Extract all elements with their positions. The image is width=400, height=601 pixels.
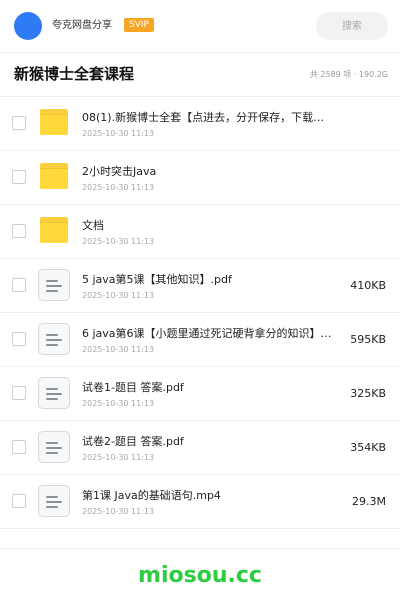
- row-checkbox[interactable]: [12, 440, 26, 454]
- file-row[interactable]: 第1课 Java的基础语句.mp4 2025-10-30 11:13 29.3M: [0, 475, 400, 529]
- file-name: 2小时突击Java: [82, 165, 157, 178]
- file-date: 2025-10-30 11:13: [82, 345, 155, 354]
- folder-icon: [38, 215, 70, 247]
- file-name: 试卷2-题目 答案.pdf: [82, 435, 184, 448]
- folder-icon: [38, 107, 70, 139]
- file-date: 2025-10-30 11:13: [82, 237, 155, 246]
- file-size: 354KB: [350, 441, 386, 454]
- share-stats: 共 2589 项 · 190.2G: [309, 70, 388, 79]
- file-size: 595KB: [350, 333, 386, 346]
- row-checkbox[interactable]: [12, 332, 26, 346]
- row-checkbox[interactable]: [12, 116, 26, 130]
- folder-icon: [38, 161, 70, 193]
- file-row[interactable]: 5 java第5课【其他知识】.pdf 2025-10-30 11:13 410…: [0, 259, 400, 313]
- top-bar: 夸克网盘分享 SVIP: [0, 0, 400, 53]
- search-input[interactable]: [316, 12, 388, 40]
- file-list: 08(1).新猴博士全套【点进去，分开保存，下载后… 2025-10-30 11…: [0, 97, 400, 529]
- file-row[interactable]: 6 java第6课【小题里通过死记硬背拿分的知识】… 2025-10-30 11…: [0, 313, 400, 367]
- file-row[interactable]: 文档 2025-10-30 11:13: [0, 205, 400, 259]
- avatar[interactable]: [14, 12, 42, 40]
- svip-badge: SVIP: [124, 18, 154, 32]
- document-icon: [38, 431, 70, 463]
- file-row[interactable]: 2小时突击Java 2025-10-30 11:13: [0, 151, 400, 205]
- document-icon: [38, 269, 70, 301]
- row-checkbox[interactable]: [12, 386, 26, 400]
- file-date: 2025-10-30 11:13: [82, 399, 155, 408]
- file-row[interactable]: 试卷2-题目 答案.pdf 2025-10-30 11:13 354KB: [0, 421, 400, 475]
- row-checkbox[interactable]: [12, 170, 26, 184]
- document-icon: [38, 377, 70, 409]
- row-checkbox[interactable]: [12, 224, 26, 238]
- share-title: 新猴博士全套课程: [14, 65, 135, 83]
- file-row[interactable]: 08(1).新猴博士全套【点进去，分开保存，下载后… 2025-10-30 11…: [0, 97, 400, 151]
- document-icon: [38, 485, 70, 517]
- file-name: 08(1).新猴博士全套【点进去，分开保存，下载后…: [82, 111, 334, 124]
- file-row[interactable]: 试卷1-题目 答案.pdf 2025-10-30 11:13 325KB: [0, 367, 400, 421]
- sharer-name: 夸克网盘分享: [52, 20, 112, 31]
- share-title-bar: 新猴博士全套课程 共 2589 项 · 190.2G: [0, 52, 400, 97]
- file-date: 2025-10-30 11:13: [82, 291, 155, 300]
- file-date: 2025-10-30 11:13: [82, 507, 155, 516]
- file-size: 325KB: [350, 387, 386, 400]
- file-size: 410KB: [350, 279, 386, 292]
- file-name: 文档: [82, 219, 104, 232]
- row-checkbox[interactable]: [12, 278, 26, 292]
- row-checkbox[interactable]: [12, 494, 26, 508]
- file-name: 6 java第6课【小题里通过死记硬背拿分的知识】…: [82, 327, 332, 340]
- file-name: 5 java第5课【其他知识】.pdf: [82, 273, 232, 286]
- footer: miosou.cc: [0, 548, 400, 601]
- file-date: 2025-10-30 11:13: [82, 183, 155, 192]
- file-date: 2025-10-30 11:13: [82, 453, 155, 462]
- watermark: miosou.cc: [138, 563, 262, 588]
- file-date: 2025-10-30 11:13: [82, 129, 155, 138]
- file-name: 试卷1-题目 答案.pdf: [82, 381, 184, 394]
- file-size: 29.3M: [352, 495, 386, 508]
- document-icon: [38, 323, 70, 355]
- file-name: 第1课 Java的基础语句.mp4: [82, 489, 221, 502]
